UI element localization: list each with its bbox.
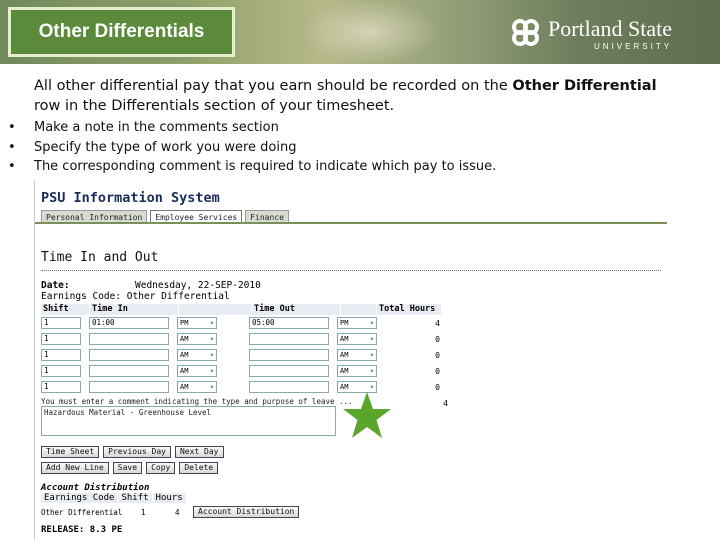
time-out-input[interactable] bbox=[249, 381, 329, 393]
chevron-down-icon: ▾ bbox=[369, 335, 374, 343]
bullet-list: • Make a note in the comments section • Sp… bbox=[8, 118, 496, 177]
slide-title-box: Other Differentials bbox=[8, 7, 235, 57]
acct-shift: 1 bbox=[141, 507, 146, 517]
time-out-ampm-select[interactable]: AM ▾ bbox=[337, 333, 377, 345]
system-title: PSU Information System bbox=[41, 190, 220, 206]
time-in-input[interactable]: 01:00 bbox=[89, 317, 169, 329]
chevron-down-icon: ▾ bbox=[209, 351, 214, 359]
time-in-input[interactable] bbox=[89, 365, 169, 377]
time-in-ampm-select[interactable]: AM ▾ bbox=[177, 381, 217, 393]
chevron-down-icon: ▾ bbox=[209, 319, 214, 327]
time-out-ampm-select[interactable]: PM ▾ bbox=[337, 317, 377, 329]
header-banner: Other Differentials Portland State UNIVE… bbox=[0, 0, 720, 64]
total-hours: 4 bbox=[435, 318, 440, 328]
grid-header: Shift Time In Time Out Total Hours bbox=[41, 304, 448, 315]
save-button[interactable]: Save bbox=[112, 462, 143, 474]
shift-input[interactable]: 1 bbox=[41, 349, 81, 361]
time-in-input[interactable] bbox=[89, 381, 169, 393]
acct-hours: 4 bbox=[175, 507, 180, 517]
col-shift: Shift bbox=[41, 304, 89, 315]
account-distribution-button[interactable]: Account Distribution bbox=[193, 506, 300, 518]
intro-text-end: row in the Differentials section of your… bbox=[34, 98, 395, 114]
copy-button[interactable]: Copy bbox=[146, 462, 176, 474]
table-row: 1 AM ▾ AM ▾ 0 bbox=[41, 363, 448, 379]
intro-paragraph: All other differential pay that you earn… bbox=[34, 76, 674, 116]
acct-col-shift: Shift bbox=[118, 493, 152, 503]
intro-text: All other differential pay that you earn… bbox=[34, 78, 513, 94]
bullet-item: • Specify the type of work you were doing bbox=[8, 139, 297, 155]
acct-earnings-code: Other Differential bbox=[41, 507, 123, 517]
time-out-input[interactable]: 05:00 bbox=[249, 317, 329, 329]
timesheet-screenshot: PSU Information System Personal Informat… bbox=[34, 180, 667, 540]
bullet-item: • The corresponding comment is required t… bbox=[8, 159, 497, 174]
shift-input[interactable]: 1 bbox=[41, 365, 81, 377]
table-row: 1 AM ▾ AM ▾ 0 bbox=[41, 347, 448, 363]
delete-button[interactable]: Delete bbox=[179, 462, 219, 474]
time-in-ampm-select[interactable]: AM ▾ bbox=[177, 349, 217, 361]
psu-logo-icon bbox=[512, 19, 542, 49]
total-hours: 0 bbox=[435, 350, 440, 360]
total-hours: 0 bbox=[435, 334, 440, 344]
chevron-down-icon: ▾ bbox=[209, 383, 214, 391]
time-in-input[interactable] bbox=[89, 349, 169, 361]
previous-day-button[interactable]: Previous Day bbox=[103, 446, 171, 458]
table-row: 1 01:00 PM ▾ 05:00 PM ▾ 4 bbox=[41, 315, 448, 331]
grand-total: 4 bbox=[443, 398, 448, 408]
intro-bold: Other Differential bbox=[512, 78, 657, 94]
time-out-input[interactable] bbox=[249, 365, 329, 377]
total-hours: 0 bbox=[435, 382, 440, 392]
divider bbox=[41, 270, 661, 271]
time-sheet-button[interactable]: Time Sheet bbox=[41, 446, 100, 458]
logo-name: Portland State bbox=[548, 15, 673, 41]
time-in-ampm-select[interactable]: AM ▾ bbox=[177, 365, 217, 377]
time-out-ampm-select[interactable]: AM ▾ bbox=[337, 349, 377, 361]
time-out-input[interactable] bbox=[249, 349, 329, 361]
col-time-out: Time Out bbox=[252, 304, 340, 315]
account-header: Earnings Code Shift Hours bbox=[41, 493, 187, 503]
tab-underline bbox=[35, 222, 667, 224]
chevron-down-icon: ▾ bbox=[209, 335, 214, 343]
add-new-line-button[interactable]: Add New Line bbox=[41, 462, 109, 474]
psu-logo: Portland State UNIVERSITY bbox=[512, 14, 712, 54]
col-time-in: Time In bbox=[90, 304, 178, 315]
slide-title: Other Differentials bbox=[38, 21, 205, 42]
time-in-input[interactable] bbox=[89, 333, 169, 345]
comment-label: You must enter a comment indicating the … bbox=[41, 397, 353, 406]
chevron-down-icon: ▾ bbox=[369, 367, 374, 375]
star-icon bbox=[343, 392, 391, 438]
account-row: Other Differential 1 4 Account Distribut… bbox=[41, 506, 303, 518]
action-button-row: Add New Line Save Copy Delete bbox=[41, 462, 222, 474]
shift-input[interactable]: 1 bbox=[41, 381, 81, 393]
col-blank bbox=[179, 304, 251, 315]
nav-button-row: Time Sheet Previous Day Next Day bbox=[41, 446, 228, 458]
acct-col-hours: Hours bbox=[152, 493, 186, 503]
col-blank bbox=[341, 304, 376, 315]
bullet-item: • Make a note in the comments section bbox=[8, 120, 279, 135]
release-label: RELEASE: 8.3 PE bbox=[41, 525, 123, 535]
time-in-ampm-select[interactable]: PM ▾ bbox=[177, 317, 217, 329]
shift-input[interactable]: 1 bbox=[41, 317, 81, 329]
table-row: 1 AM ▾ AM ▾ 0 bbox=[41, 331, 448, 347]
logo-subtitle: UNIVERSITY bbox=[594, 41, 673, 51]
shift-input[interactable]: 1 bbox=[41, 333, 81, 345]
time-out-ampm-select[interactable]: AM ▾ bbox=[337, 365, 377, 377]
total-hours: 0 bbox=[435, 366, 440, 376]
next-day-button[interactable]: Next Day bbox=[174, 446, 224, 458]
earnings-code: Earnings Code: Other Differential bbox=[41, 291, 230, 302]
comment-textarea[interactable]: Hazardous Material - Greenhouse Level bbox=[41, 406, 336, 436]
chevron-down-icon: ▾ bbox=[369, 319, 374, 327]
account-distribution-heading: Account Distribution bbox=[41, 483, 150, 493]
banner-background bbox=[300, 0, 440, 64]
chevron-down-icon: ▾ bbox=[209, 367, 214, 375]
date-label: Date: bbox=[41, 280, 70, 291]
col-total-hours: Total Hours bbox=[377, 304, 441, 315]
chevron-down-icon: ▾ bbox=[369, 351, 374, 359]
time-in-ampm-select[interactable]: AM ▾ bbox=[177, 333, 217, 345]
date-value: Wednesday, 22-SEP-2010 bbox=[135, 280, 261, 291]
page-heading: Time In and Out bbox=[41, 250, 159, 265]
acct-col-earnings-code: Earnings Code bbox=[41, 493, 118, 503]
time-out-input[interactable] bbox=[249, 333, 329, 345]
